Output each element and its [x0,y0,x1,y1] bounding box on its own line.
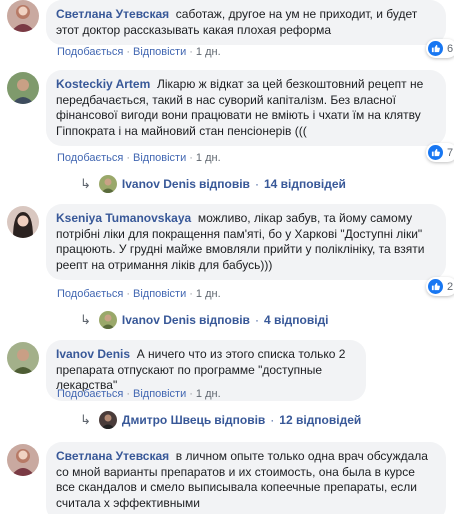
reaction-count[interactable]: 2 [426,277,454,296]
reply-link[interactable]: Відповісти [133,388,186,400]
avatar [98,175,117,193]
thumbs-up-icon [428,145,443,160]
comment-time[interactable]: 1 дн. [196,388,221,400]
reply-arrow-icon: ↳ [80,176,91,191]
like-link[interactable]: Подобається [57,388,123,400]
comment-time[interactable]: 1 дн. [196,152,221,164]
reply-arrow-icon: ↳ [80,412,91,427]
comment-bubble: Светлана Утевская в личном опыте только … [46,442,446,514]
reaction-number: 6 [447,42,454,55]
avatar [98,311,117,329]
reply-link[interactable]: Відповісти [133,288,186,300]
comment-author[interactable]: Светлана Утевская [56,7,169,21]
like-link[interactable]: Подобається [57,46,123,58]
reaction-number: 7 [447,146,454,159]
reply-count: 4 відповіді [263,313,329,327]
view-replies-link[interactable]: ↳ Ivanov Denis відповів · 14 відповідей [80,175,346,193]
view-replies-link[interactable]: ↳ Дмитро Швець відповів · 12 відповідей [80,411,361,429]
comment-bubble: Светлана Утевская саботаж, другое на ум … [46,0,446,45]
reply-link[interactable]: Відповісти [133,152,186,164]
reply-arrow-icon: ↳ [80,312,91,327]
comment-author[interactable]: Kosteckiy Artem [56,77,150,91]
reply-author: Ivanov Denis [121,313,196,327]
like-link[interactable]: Подобається [57,288,123,300]
reply-verb: відповів [198,313,250,327]
reaction-count[interactable]: 7 [426,143,454,162]
reply-count: 14 відповідей [263,177,346,191]
comment-time[interactable]: 1 дн. [196,46,221,58]
view-replies-link[interactable]: ↳ Ivanov Denis відповів · 4 відповіді [80,311,329,329]
comment-author[interactable]: Kseniya Tumanovskaya [56,211,191,225]
reply-count: 12 відповідей [279,413,362,427]
reply-verb: відповів [214,413,266,427]
reply-author: Дмитро Швець [121,413,212,427]
comment-actions: Подобається · Відповісти · 1 дн. [57,388,221,400]
reaction-number: 2 [447,280,454,293]
avatar [98,411,117,429]
avatar[interactable] [7,444,39,476]
comment-author[interactable]: Светлана Утевская [56,449,169,463]
reaction-count[interactable]: 6 [426,39,454,58]
avatar[interactable] [7,0,39,32]
comment-actions: Подобається · Відповісти · 1 дн. [57,46,221,58]
comment-actions: Подобається · Відповісти · 1 дн. [57,152,221,164]
comment-author[interactable]: Ivanov Denis [56,347,130,361]
avatar[interactable] [7,342,39,374]
thumbs-up-icon [428,279,443,294]
thumbs-up-icon [428,41,443,56]
comment-actions: Подобається · Відповісти · 1 дн. [57,288,221,300]
like-link[interactable]: Подобається [57,152,123,164]
comment-time[interactable]: 1 дн. [196,288,221,300]
avatar[interactable] [7,206,39,238]
reply-author: Ivanov Denis [121,177,196,191]
reply-link[interactable]: Відповісти [133,46,186,58]
comment-bubble: Kseniya Tumanovskaya можливо, лікар забу… [46,204,446,280]
comment-bubble: Kosteckiy Artem Лікарю ж відкат за цей б… [46,70,446,146]
reply-verb: відповів [198,177,250,191]
avatar[interactable] [7,72,39,104]
